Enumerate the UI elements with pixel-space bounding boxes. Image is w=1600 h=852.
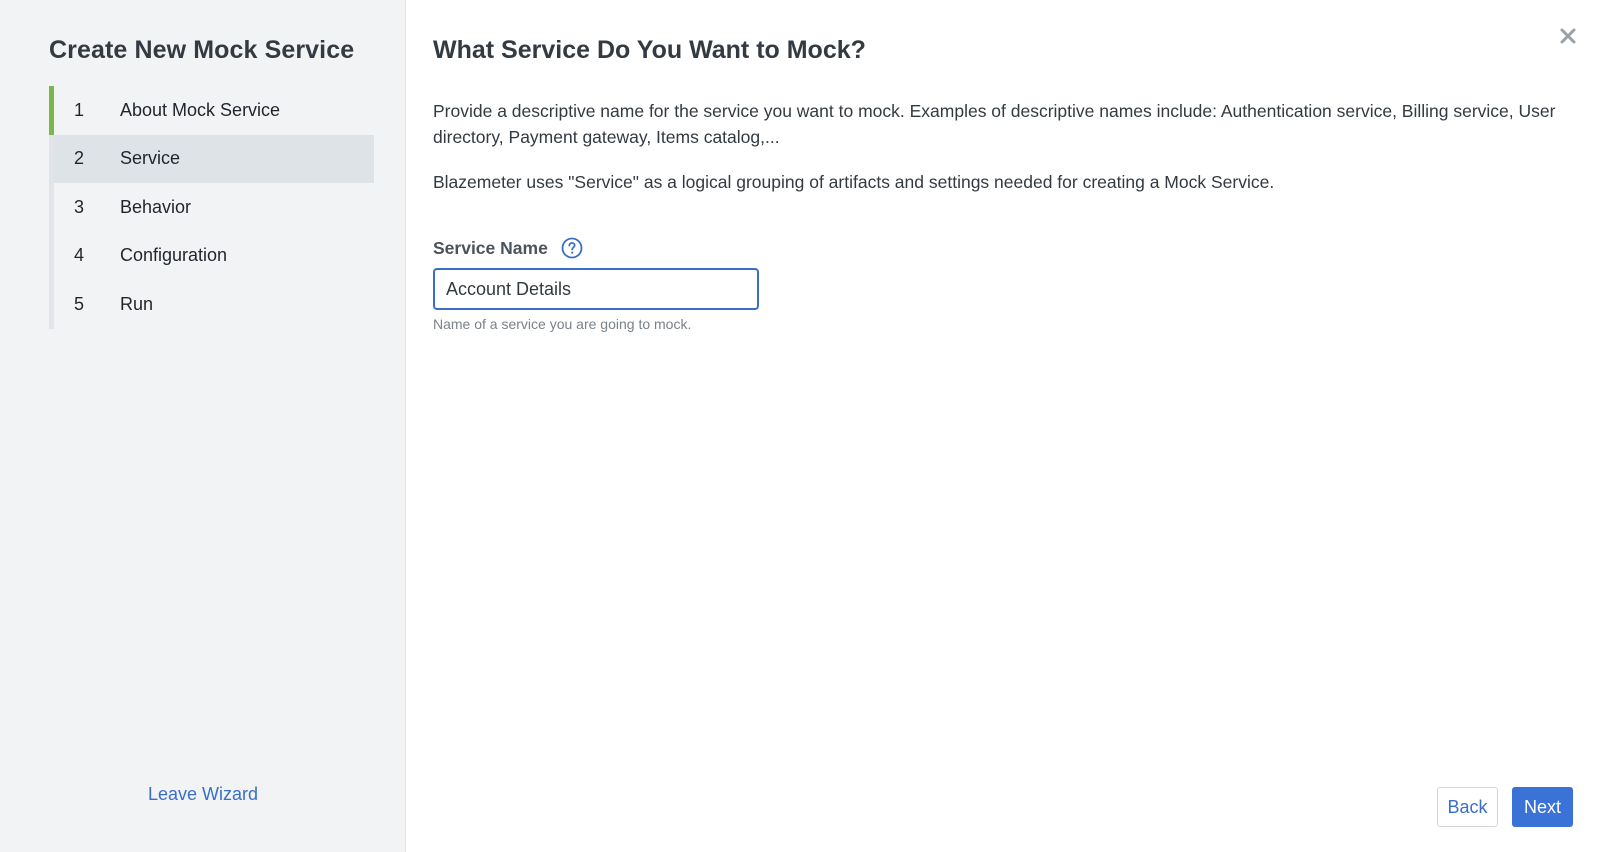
mock-service-wizard: Create New Mock Service 1 About Mock Ser… [0,0,1600,852]
step-number: 2 [74,148,85,169]
page-title: What Service Do You Want to Mock? [433,36,866,64]
service-name-hint: Name of a service you are going to mock. [433,316,692,332]
wizard-sidebar: Create New Mock Service 1 About Mock Ser… [0,0,406,852]
wizard-steps: 1 About Mock Service 2 Service 3 Behavio… [49,86,374,329]
step-label: Service [120,148,181,169]
step-run[interactable]: 5 Run [54,280,374,329]
step-label: About Mock Service [120,99,281,120]
step-label: Behavior [120,196,192,217]
back-button[interactable]: Back [1437,787,1498,827]
step-number: 5 [74,293,85,314]
step-configuration[interactable]: 4 Configuration [54,232,374,281]
step-label: Run [120,293,154,314]
service-name-label: Service Name [433,237,548,258]
step-about-mock-service[interactable]: 1 About Mock Service [49,86,374,135]
step-service[interactable]: 2 Service [54,134,374,183]
step-number: 4 [74,245,85,266]
wizard-content: What Service Do You Want to Mock? Provid… [406,0,1600,852]
step-number: 3 [74,196,85,217]
close-icon[interactable] [1558,26,1578,46]
next-button[interactable]: Next [1512,787,1573,827]
step-behavior[interactable]: 3 Behavior [54,183,374,232]
step-number: 1 [74,99,85,120]
service-name-label-row: Service Name [433,237,583,259]
leave-wizard-link[interactable]: Leave Wizard [0,784,406,805]
step-label: Configuration [120,245,228,266]
service-name-input[interactable] [433,268,759,310]
description-text: Provide a descriptive name for the servi… [433,101,1556,147]
help-icon[interactable] [561,237,583,259]
grouping-description-text: Blazemeter uses "Service" as a logical g… [433,172,1275,192]
sidebar-title: Create New Mock Service [49,36,355,64]
